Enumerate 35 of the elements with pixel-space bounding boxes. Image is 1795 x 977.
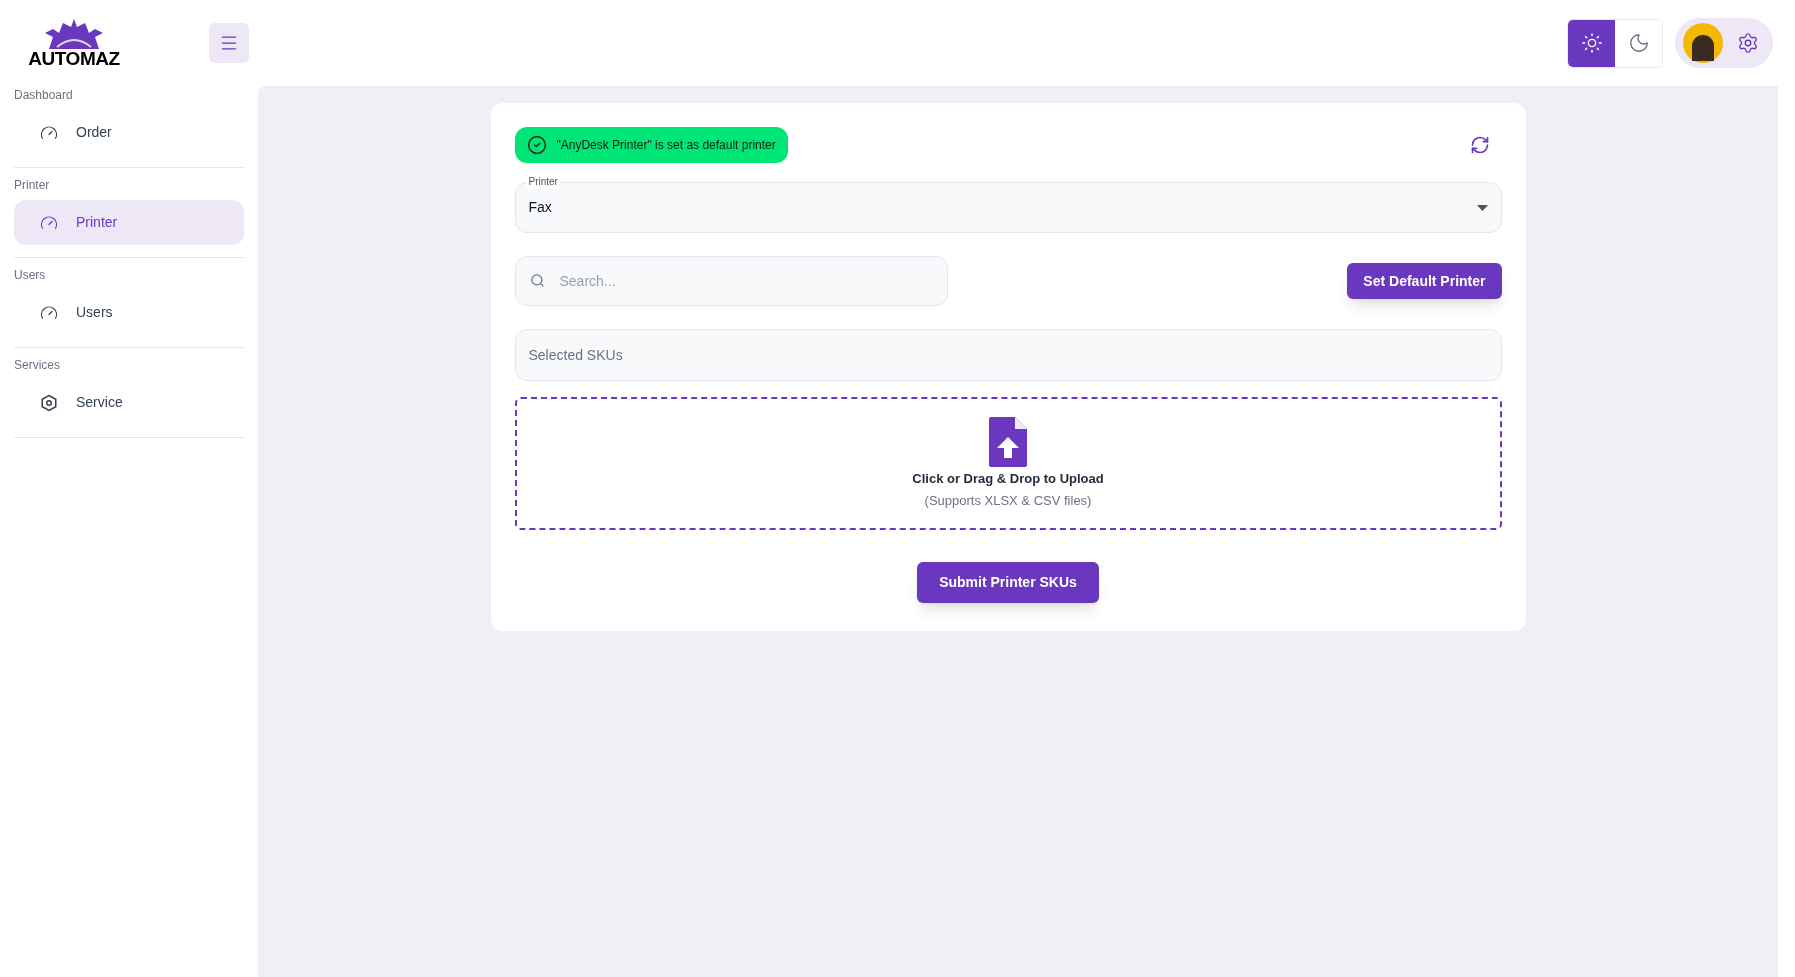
light-mode-button[interactable]	[1568, 19, 1615, 67]
sidebar-item[interactable]: Users	[14, 290, 244, 335]
sidebar-item[interactable]: Service	[14, 380, 244, 425]
hexagon-icon	[40, 393, 58, 412]
gauge-icon	[40, 213, 58, 232]
sidebar-item[interactable]: Printer	[14, 200, 244, 245]
settings-icon[interactable]	[1737, 32, 1759, 54]
moon-icon	[1627, 32, 1650, 54]
gauge-icon	[40, 123, 58, 142]
brand-name: AUTOMAZ	[28, 48, 120, 68]
submit-printer-skus-button[interactable]: Submit Printer SKUs	[917, 562, 1099, 603]
select-label: Printer	[526, 175, 560, 189]
section-title: Printer	[14, 177, 51, 194]
dropdown-caret-icon	[1476, 204, 1488, 211]
avatar	[1683, 23, 1723, 63]
section-title: Users	[14, 267, 47, 284]
profile-pill[interactable]	[1675, 18, 1773, 68]
alert-text: "AnyDesk Printer" is set as default printer	[556, 137, 776, 154]
select-value: Fax	[528, 198, 552, 217]
refresh-icon[interactable]	[1469, 135, 1490, 155]
upload-dropzone[interactable]: Click or Drag & Drop to Upload (Supports XLSX & CSV files)	[514, 397, 1502, 530]
gauge-icon	[40, 303, 58, 322]
sun-icon	[1580, 32, 1603, 54]
check-circle-icon	[526, 135, 547, 155]
section-title: Dashboard	[14, 87, 74, 104]
search-field[interactable]: Search...	[514, 256, 948, 306]
set-default-printer-button[interactable]: Set Default Printer	[1347, 263, 1502, 299]
sidebar-item[interactable]: Order	[14, 110, 244, 155]
menu-button[interactable]	[209, 23, 249, 63]
search-icon	[529, 273, 545, 288]
section-title: Services	[14, 357, 61, 374]
upload-hint: (Supports XLSX & CSV files)	[924, 491, 1092, 510]
file-upload-icon	[989, 417, 1027, 467]
selected-skus-field[interactable]: Selected SKUs	[514, 329, 1502, 381]
upload-title: Click or Drag & Drop to Upload	[912, 470, 1104, 488]
